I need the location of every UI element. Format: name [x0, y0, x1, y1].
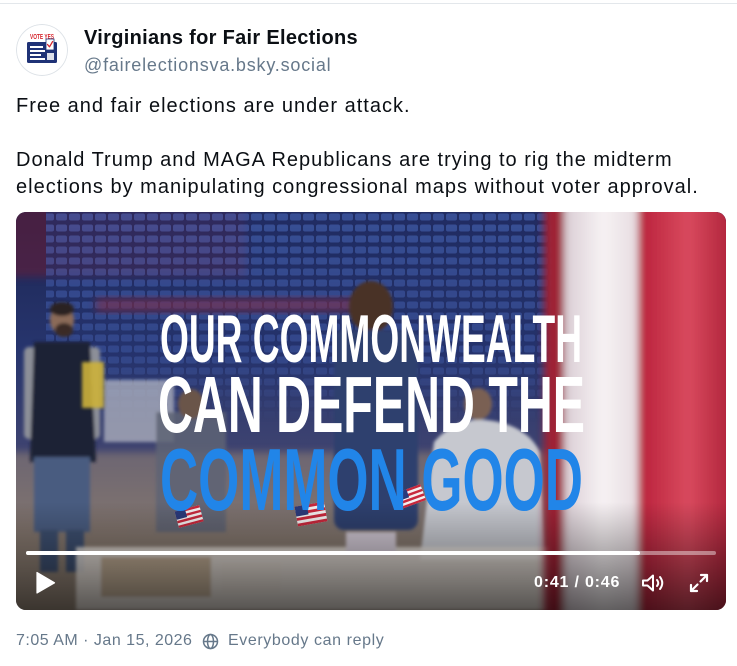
volume-icon: [642, 574, 664, 592]
video-progress-bar[interactable]: [26, 551, 716, 555]
author-handle[interactable]: @fairelectionsva.bsky.social: [84, 52, 331, 78]
vote-yes-logo-icon: VOTE YES: [16, 24, 68, 76]
author-avatar[interactable]: VOTE YES: [16, 24, 68, 76]
video-player[interactable]: OUR COMMONWEALTH CAN DEFEND THE COMMON G…: [16, 212, 726, 610]
fullscreen-button[interactable]: [688, 572, 710, 594]
post-footer: 7:05 AM · Jan 15, 2026 Everybody can rep…: [0, 630, 737, 652]
progress-fill: [26, 551, 641, 555]
play-button[interactable]: [34, 570, 58, 596]
fullscreen-icon: [689, 573, 709, 593]
post-timestamp: 7:05 AM · Jan 15, 2026: [16, 632, 193, 649]
video-overlay-text: OUR COMMONWEALTH CAN DEFEND THE COMMON G…: [158, 301, 585, 529]
post-paragraph: Free and fair elections are under attack…: [16, 95, 411, 117]
overlay-line: COMMON GOOD: [160, 430, 583, 529]
globe-icon: [202, 633, 219, 650]
mute-button[interactable]: [640, 571, 666, 595]
author-display-name[interactable]: Virginians for Fair Elections: [84, 24, 358, 52]
post-text: Free and fair elections are under attack…: [16, 93, 721, 201]
post-paragraph: Donald Trump and MAGA Republicans are tr…: [16, 149, 699, 198]
play-icon: [36, 571, 56, 594]
top-divider: [0, 3, 737, 4]
reply-setting-label: Everybody can reply: [228, 632, 385, 649]
video-time-display: 0:41 / 0:46: [534, 574, 621, 591]
